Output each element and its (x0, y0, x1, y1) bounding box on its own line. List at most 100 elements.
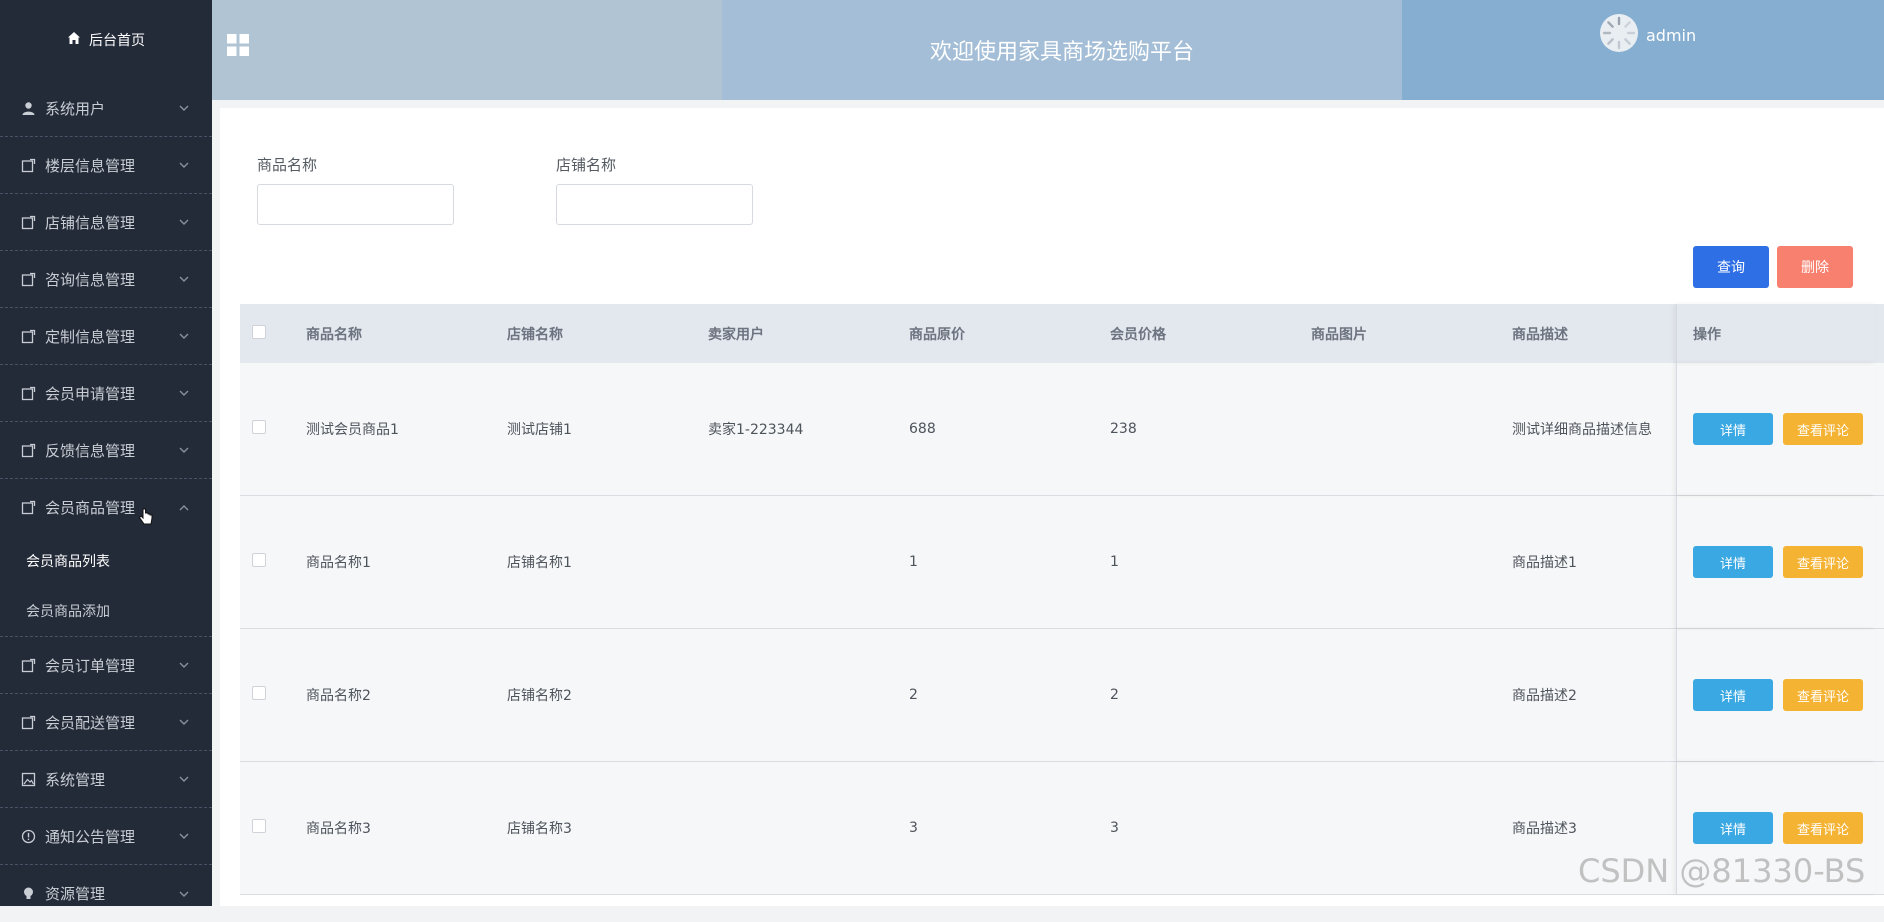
cell-shop: 测试店铺1 (507, 422, 572, 438)
row-checkbox[interactable] (252, 686, 266, 700)
row-select-cell (240, 819, 306, 837)
image-icon (20, 771, 36, 787)
info-icon (20, 828, 36, 844)
watermark: CSDN @81330-BS (1578, 852, 1866, 890)
folder-icon (20, 385, 36, 401)
cell-vip-price: 3 (1110, 820, 1119, 836)
folder-icon (20, 271, 36, 287)
sidebar-item-notice-manage[interactable]: 通知公告管理 (0, 808, 212, 865)
select-all-cell (240, 324, 306, 343)
sidebar-item-shop-info[interactable]: 店铺信息管理 (0, 194, 212, 251)
top-header: 欢迎使用家具商场选购平台 admin (212, 0, 1884, 100)
cell-price: 2 (909, 687, 918, 703)
col-header-ops-label: 操作 (1693, 326, 1721, 343)
chevron-down-icon (179, 105, 189, 111)
sidebar-item-label: 楼层信息管理 (45, 156, 136, 175)
sidebar-item-label: 资源管理 (45, 885, 106, 903)
sidebar-item-member-apply[interactable]: 会员申请管理 (0, 365, 212, 422)
main-content: 商品名称 店铺名称 查询 删除 商品名称 店铺名称 卖家用户 商品原价 会员价格… (220, 108, 1884, 906)
chevron-down-icon (179, 333, 189, 339)
detail-button[interactable]: 详情 (1693, 546, 1773, 578)
view-reviews-button[interactable]: 查看评论 (1783, 546, 1863, 578)
table-row: 商品名称1 店铺名称1 1 1 商品描述1 详情 查看评论 (240, 496, 1884, 629)
cell-vip-price: 2 (1110, 687, 1119, 703)
view-reviews-button[interactable]: 查看评论 (1783, 413, 1863, 445)
home-icon (67, 31, 81, 49)
sidebar-item-label: 会员申请管理 (45, 384, 136, 403)
row-select-cell (240, 420, 306, 438)
sidebar-item-label: 店铺信息管理 (45, 213, 136, 232)
detail-button[interactable]: 详情 (1693, 679, 1773, 711)
cell-desc: 商品描述3 (1512, 821, 1577, 837)
row-checkbox[interactable] (252, 420, 266, 434)
sidebar-item-consult-info[interactable]: 咨询信息管理 (0, 251, 212, 308)
sidebar-item-floor-info[interactable]: 楼层信息管理 (0, 137, 212, 194)
table-row: 商品名称2 店铺名称2 2 2 商品描述2 详情 查看评论 (240, 629, 1884, 762)
sidebar-item-system-manage[interactable]: 系统管理 (0, 751, 212, 808)
chevron-down-icon (179, 447, 189, 453)
cell-vip-price: 238 (1110, 421, 1137, 437)
col-header-seller: 卖家用户 (708, 326, 764, 343)
sidebar-item-member-orders[interactable]: 会员订单管理 (0, 637, 212, 694)
sidebar-item-resource-manage[interactable]: 资源管理 (0, 865, 212, 922)
sidebar-item-feedback-info[interactable]: 反馈信息管理 (0, 422, 212, 479)
folder-icon (20, 328, 36, 344)
filter-shop-label: 店铺名称 (556, 156, 617, 174)
loading-spinner-icon (1602, 16, 1636, 50)
cell-shop: 店铺名称1 (507, 555, 572, 571)
sidebar-item-custom-info[interactable]: 定制信息管理 (0, 308, 212, 365)
row-checkbox[interactable] (252, 819, 266, 833)
cell-vip-price: 1 (1110, 554, 1119, 570)
table-row: 测试会员商品1 测试店铺1 卖家1-223344 688 238 测试详细商品描… (240, 363, 1884, 496)
sidebar-item-system-users[interactable]: 系统用户 (0, 80, 212, 137)
folder-icon (20, 157, 36, 173)
row-select-cell (240, 553, 306, 571)
chevron-down-icon (179, 719, 189, 725)
sidebar-item-member-goods[interactable]: 会员商品管理 (0, 479, 212, 536)
col-header-image: 商品图片 (1311, 326, 1367, 343)
filter-shop-input[interactable] (556, 184, 753, 225)
sidebar-subitem-goods-list[interactable]: 会员商品列表 (0, 536, 212, 586)
grid-menu-icon[interactable] (226, 33, 250, 57)
sidebar-subitem-label: 会员商品添加 (26, 604, 110, 620)
chevron-down-icon (179, 833, 189, 839)
cell-shop: 店铺名称2 (507, 688, 572, 704)
header-left (212, 0, 722, 100)
col-header-vip-price: 会员价格 (1110, 326, 1166, 343)
cell-desc: 测试详细商品描述信息 (1512, 422, 1652, 438)
cursor-hand-icon (138, 508, 153, 525)
view-reviews-button[interactable]: 查看评论 (1783, 679, 1863, 711)
select-all-checkbox[interactable] (252, 324, 266, 339)
sidebar-item-label: 系统用户 (45, 99, 106, 118)
chevron-down-icon (179, 662, 189, 668)
folder-icon (20, 500, 36, 516)
row-checkbox[interactable] (252, 553, 266, 567)
cell-shop: 店铺名称3 (507, 821, 572, 837)
filter-name-label: 商品名称 (257, 156, 318, 174)
detail-button[interactable]: 详情 (1693, 812, 1773, 844)
view-reviews-button[interactable]: 查看评论 (1783, 812, 1863, 844)
col-header-shop: 店铺名称 (507, 326, 563, 343)
cell-name: 商品名称2 (306, 688, 371, 704)
folder-icon (20, 714, 36, 730)
detail-button[interactable]: 详情 (1693, 413, 1773, 445)
cell-name: 测试会员商品1 (306, 422, 399, 438)
sidebar-item-label: 反馈信息管理 (45, 441, 136, 460)
sidebar: 后台首页 系统用户 楼层信息管理 店铺信息管理 咨询信息管理 定制信息管理 会员… (0, 0, 212, 906)
sidebar-subitem-label: 会员商品列表 (26, 554, 110, 570)
query-button[interactable]: 查询 (1693, 246, 1769, 288)
delete-button[interactable]: 删除 (1777, 246, 1853, 288)
chevron-down-icon (179, 276, 189, 282)
sidebar-home[interactable]: 后台首页 (0, 0, 212, 80)
avatar[interactable] (1600, 14, 1638, 52)
bulb-icon (20, 886, 36, 902)
sidebar-item-label: 定制信息管理 (45, 327, 136, 346)
sidebar-subitem-goods-add[interactable]: 会员商品添加 (0, 586, 212, 636)
sidebar-item-label: 咨询信息管理 (45, 270, 136, 289)
user-name[interactable]: admin (1646, 26, 1696, 45)
user-icon (20, 100, 36, 116)
filter-name-input[interactable] (257, 184, 454, 225)
header-user-area: admin (1402, 0, 1884, 100)
sidebar-item-member-delivery[interactable]: 会员配送管理 (0, 694, 212, 751)
cell-name: 商品名称3 (306, 821, 371, 837)
